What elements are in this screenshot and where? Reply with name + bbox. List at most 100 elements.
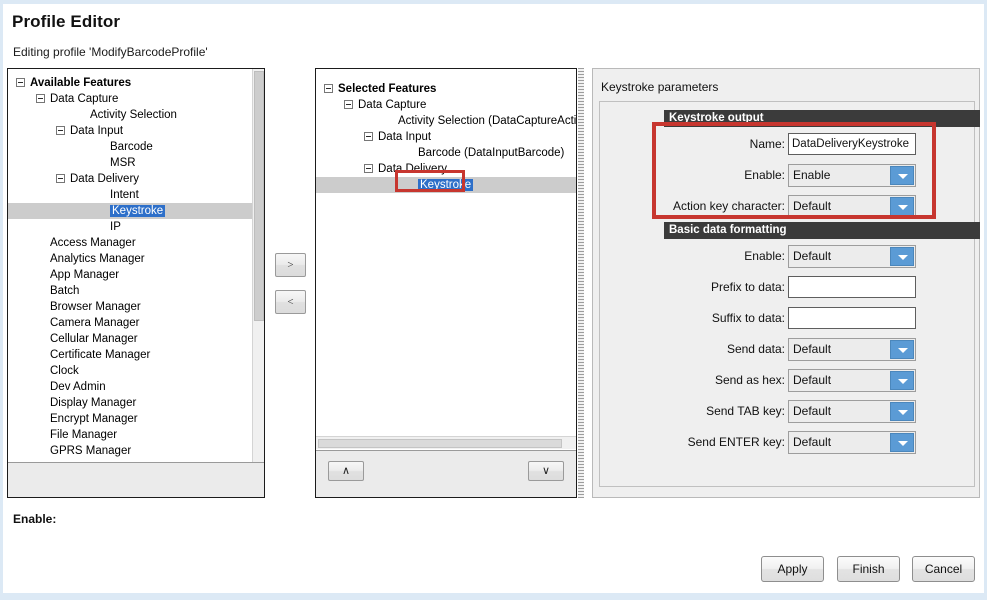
available-feature-row[interactable]: Certificate Manager	[8, 347, 253, 363]
apply-button[interactable]: Apply	[761, 556, 824, 582]
parameter-label: Name:	[750, 132, 785, 157]
dropdown-select[interactable]: Default	[788, 338, 916, 361]
scrollbar-thumb[interactable]	[318, 439, 562, 448]
dropdown-select[interactable]: Enable	[788, 164, 916, 187]
available-features-vertical-scrollbar[interactable]	[252, 69, 264, 463]
available-features-tree[interactable]: Available Features Data CaptureActivity S…	[8, 69, 253, 463]
available-feature-label: Available Features	[30, 77, 131, 89]
dropdown-selected-value: Default	[793, 401, 831, 422]
available-feature-row[interactable]: Access Manager	[8, 235, 253, 251]
parameter-label: Enable:	[744, 163, 785, 188]
collapse-minus-icon[interactable]	[16, 78, 25, 87]
parameter-row: Action key character:Default	[600, 194, 976, 219]
available-feature-row[interactable]: IP	[8, 219, 253, 235]
parameter-label: Send TAB key:	[706, 399, 785, 424]
panel-divider[interactable]	[578, 68, 584, 498]
parameter-row: Send TAB key: Default	[600, 399, 976, 424]
available-feature-row[interactable]: Data Input	[8, 123, 253, 139]
available-feature-row[interactable]: Analytics Manager	[8, 251, 253, 267]
available-feature-row[interactable]: Encrypt Manager	[8, 411, 253, 427]
available-feature-row[interactable]: App Manager	[8, 267, 253, 283]
available-feature-row[interactable]: GPRS Manager	[8, 443, 253, 459]
text-input[interactable]	[788, 307, 916, 329]
chevron-down-icon[interactable]	[890, 166, 914, 185]
selected-feature-row[interactable]: Data Input	[316, 129, 576, 145]
available-feature-row[interactable]: Camera Manager	[8, 315, 253, 331]
parameter-row: Send ENTER key:Default	[600, 430, 976, 455]
chevron-down-icon[interactable]	[890, 247, 914, 266]
chevron-down-icon[interactable]	[890, 340, 914, 359]
move-up-button[interactable]: ∧	[328, 461, 364, 481]
selected-feature-row[interactable]: Data Capture	[316, 97, 576, 113]
available-feature-row[interactable]: Available Features	[8, 75, 253, 91]
dropdown-select[interactable]: Default	[788, 195, 916, 218]
section-header: Keystroke output	[664, 110, 980, 127]
chevron-down-icon[interactable]	[890, 402, 914, 421]
selected-feature-row[interactable]: Selected Features	[316, 81, 576, 97]
parameter-label: Send data:	[727, 337, 785, 362]
collapse-minus-icon[interactable]	[324, 84, 333, 93]
available-feature-label: Cellular Manager	[50, 333, 138, 345]
parameter-control	[788, 307, 916, 329]
available-feature-row[interactable]: Cellular Manager	[8, 331, 253, 347]
chevron-down-icon[interactable]	[890, 433, 914, 452]
cancel-button[interactable]: Cancel	[912, 556, 975, 582]
available-feature-row[interactable]: Data Delivery	[8, 171, 253, 187]
parameter-control: Default	[788, 195, 916, 217]
collapse-minus-icon[interactable]	[344, 100, 353, 109]
parameter-control: Default	[788, 369, 916, 391]
available-feature-row[interactable]: Browser Manager	[8, 299, 253, 315]
section-header: Basic data formatting	[664, 222, 980, 239]
available-feature-row[interactable]: File Manager	[8, 427, 253, 443]
parameter-label: Action key character:	[673, 194, 785, 219]
selected-features-horizontal-scrollbar[interactable]	[316, 436, 576, 449]
selected-feature-label: Data Delivery	[378, 163, 447, 175]
available-feature-label: Intent	[110, 189, 139, 201]
chevron-down-icon[interactable]	[890, 197, 914, 216]
available-feature-label: Batch	[50, 285, 79, 297]
scrollbar-thumb[interactable]	[254, 71, 264, 321]
parameters-groupbox: Keystroke outputName:DataDeliveryKeystro…	[599, 101, 975, 487]
parameter-control: DataDeliveryKeystroke	[788, 133, 916, 155]
available-feature-row[interactable]: Barcode	[8, 139, 253, 155]
collapse-minus-icon[interactable]	[364, 164, 373, 173]
available-feature-label: Certificate Manager	[50, 349, 150, 361]
dropdown-select[interactable]: Default	[788, 400, 916, 423]
collapse-minus-icon[interactable]	[36, 94, 45, 103]
dropdown-select[interactable]: Default	[788, 245, 916, 268]
selected-feature-row[interactable]: Barcode (DataInputBarcode)	[316, 145, 576, 161]
selected-feature-label: Barcode (DataInputBarcode)	[418, 147, 564, 159]
available-feature-row[interactable]: Batch	[8, 283, 253, 299]
chevron-down-icon[interactable]	[890, 371, 914, 390]
available-feature-label: Dev Admin	[50, 381, 106, 393]
add-feature-button[interactable]: >	[275, 253, 306, 277]
move-down-button[interactable]: ∨	[528, 461, 564, 481]
remove-feature-button[interactable]: <	[275, 290, 306, 314]
available-feature-row[interactable]: Data Capture	[8, 91, 253, 107]
parameter-control: Default	[788, 245, 916, 267]
dropdown-select[interactable]: Default	[788, 369, 916, 392]
available-feature-label: IP	[110, 221, 121, 233]
available-feature-label: GPRS Manager	[50, 445, 131, 457]
available-feature-row[interactable]: Keystroke	[8, 203, 253, 219]
finish-button[interactable]: Finish	[837, 556, 900, 582]
available-feature-row[interactable]: Dev Admin	[8, 379, 253, 395]
text-input[interactable]: DataDeliveryKeystroke	[788, 133, 916, 155]
selected-feature-row[interactable]: Activity Selection (DataCaptureActivi	[316, 113, 576, 129]
selected-feature-row[interactable]: Keystroke	[316, 177, 576, 193]
collapse-minus-icon[interactable]	[364, 132, 373, 141]
dropdown-select[interactable]: Default	[788, 431, 916, 454]
collapse-minus-icon[interactable]	[56, 126, 65, 135]
selected-features-tree[interactable]: Selected FeaturesData CaptureActivity Se…	[316, 69, 576, 451]
available-feature-row[interactable]: Activity Selection	[8, 107, 253, 123]
available-feature-label: Barcode	[110, 141, 153, 153]
parameters-panel-title: Keystroke parameters	[601, 80, 718, 94]
available-feature-row[interactable]: MSR	[8, 155, 253, 171]
available-feature-row[interactable]: Intent	[8, 187, 253, 203]
available-feature-row[interactable]: Display Manager	[8, 395, 253, 411]
selected-feature-row[interactable]: Data Delivery	[316, 161, 576, 177]
text-input[interactable]	[788, 276, 916, 298]
available-feature-row[interactable]: Clock	[8, 363, 253, 379]
collapse-minus-icon[interactable]	[56, 174, 65, 183]
selected-features-panel: Selected FeaturesData CaptureActivity Se…	[315, 68, 577, 498]
